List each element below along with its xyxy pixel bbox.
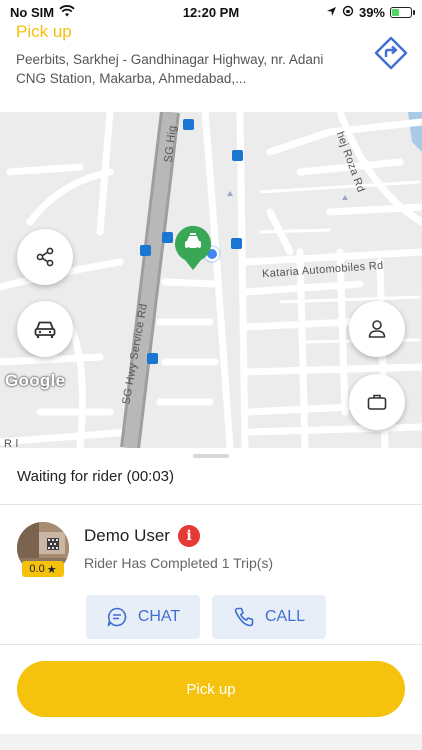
pickup-address: Peerbits, Sarkhej - Gandhinagar Highway,… <box>16 52 324 86</box>
map-label-bottom-left: R l <box>4 438 19 448</box>
rider-name: Demo User <box>84 526 170 545</box>
carrier-label: No SIM <box>10 4 55 20</box>
briefcase-icon <box>367 394 387 410</box>
map-view[interactable]: SG Hig hej Roza Rd Kataria Automobiles R… <box>0 112 422 448</box>
divider <box>0 504 422 505</box>
rider-rating-badge: 0.0 ★ <box>22 561 64 577</box>
pickup-title: Pick up <box>16 22 72 41</box>
status-left: No SIM <box>10 5 75 20</box>
chat-icon <box>107 607 127 627</box>
person-icon <box>368 320 386 338</box>
car-button[interactable] <box>17 301 73 357</box>
rider-profile-button[interactable] <box>349 301 405 357</box>
chat-label: CHAT <box>137 608 181 625</box>
wifi-icon <box>59 4 75 20</box>
rating-value: 0.0 <box>29 563 45 575</box>
rider-info-icon[interactable]: i <box>178 525 200 547</box>
phone-icon <box>234 607 254 627</box>
status-right: 39% <box>326 4 415 20</box>
sheet-drag-handle[interactable] <box>193 454 229 458</box>
google-attribution: Google <box>5 371 66 390</box>
share-icon <box>36 247 54 267</box>
trip-screen: No SIM 12:20 PM 39% Pick up Peerbits, Sa… <box>0 0 422 750</box>
battery-percent: 39% <box>358 4 385 20</box>
divider <box>0 644 422 645</box>
waiting-status: Waiting for rider (00:03) <box>17 468 175 485</box>
pickup-button[interactable]: Pick up <box>17 661 405 717</box>
call-button[interactable]: CALL <box>212 595 326 639</box>
directions-icon <box>374 36 408 70</box>
battery-icon <box>390 6 415 18</box>
trip-bottom-sheet: Waiting for rider (00:03) 0.0 ★ Demo Use… <box>0 448 422 750</box>
battery-level <box>392 8 400 16</box>
car-icon <box>34 321 56 338</box>
location-arrow-icon <box>326 5 337 20</box>
share-button[interactable] <box>17 229 73 285</box>
call-label: CALL <box>264 608 306 625</box>
luggage-button[interactable] <box>349 374 405 430</box>
rider-trip-count: Rider Has Completed 1 Trip(s) <box>84 555 274 571</box>
home-indicator-area <box>0 734 422 750</box>
star-icon: ★ <box>46 563 57 576</box>
chat-button[interactable]: CHAT <box>86 595 200 639</box>
navigate-button[interactable] <box>374 36 408 70</box>
orientation-lock-icon <box>342 5 354 20</box>
pickup-header: Pick up Peerbits, Sarkhej - Gandhinagar … <box>0 20 422 112</box>
